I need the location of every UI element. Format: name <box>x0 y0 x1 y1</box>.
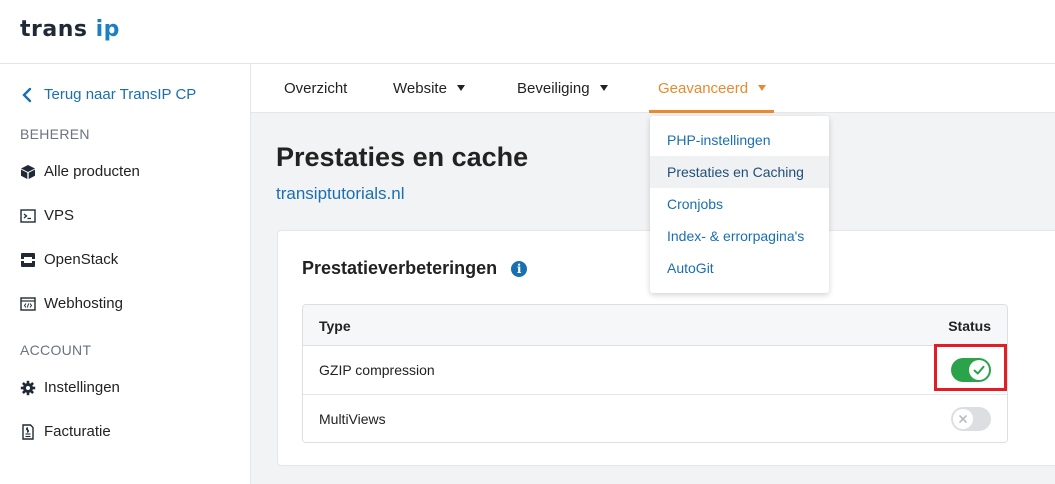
section-label-account: ACCOUNT <box>20 342 92 358</box>
performance-table: Type Status GZIP compression MultiViews <box>302 304 1008 443</box>
tab-bar: Overzicht Website Beveiliging Geavanceer… <box>251 64 1055 113</box>
tab-overview[interactable]: Overzicht <box>284 80 347 97</box>
sidebar-item-label: OpenStack <box>44 251 119 268</box>
sidebar-item-all-products[interactable]: Alle producten <box>20 163 140 180</box>
table-header: Type Status <box>303 305 1007 346</box>
sidebar-item-billing[interactable]: Facturatie <box>20 423 111 440</box>
back-link-label: Terug naar TransIP CP <box>44 86 197 103</box>
server-icon <box>21 252 35 267</box>
tab-label: Geavanceerd <box>658 80 749 97</box>
page-title: Prestaties en cache <box>276 142 529 172</box>
tab-label: Overzicht <box>284 80 348 97</box>
toggle-knob <box>969 360 989 380</box>
row-type: GZIP compression <box>319 362 435 378</box>
sidebar-item-openstack[interactable]: OpenStack <box>20 251 118 268</box>
tab-label: Website <box>393 80 447 97</box>
top-bar: trans ip <box>0 0 1055 64</box>
caret-down-icon <box>456 84 465 91</box>
multiviews-toggle[interactable] <box>951 407 991 431</box>
menu-item-performance-caching[interactable]: Prestaties en Caching <box>650 156 829 188</box>
sidebar-item-label: Webhosting <box>44 295 123 312</box>
menu-item-php-settings[interactable]: PHP-instellingen <box>650 124 829 156</box>
sidebar-item-label: Facturatie <box>44 423 111 440</box>
table-row: MultiViews <box>303 395 1007 442</box>
sidebar-item-vps[interactable]: VPS <box>20 207 74 224</box>
card-title-text: Prestatieverbeteringen <box>302 258 498 278</box>
sidebar-item-settings[interactable]: Instellingen <box>20 379 120 396</box>
toggle-knob <box>953 409 973 429</box>
menu-item-autogit[interactable]: AutoGit <box>650 252 829 284</box>
tab-security[interactable]: Beveiliging <box>517 80 608 97</box>
sidebar: Terug naar TransIP CP BEHEREN Alle produ… <box>0 64 251 484</box>
table-row: GZIP compression <box>303 346 1007 395</box>
tab-label: Beveiliging <box>517 80 590 97</box>
chevron-left-icon <box>22 87 32 102</box>
transip-logo[interactable]: trans ip <box>20 17 120 42</box>
gear-icon <box>20 380 36 395</box>
row-type: MultiViews <box>319 411 386 427</box>
back-to-cp-link[interactable]: Terug naar TransIP CP <box>20 86 196 103</box>
section-label-manage: BEHEREN <box>20 126 90 142</box>
column-header-type: Type <box>319 318 351 334</box>
caret-down-icon <box>599 84 608 91</box>
sidebar-item-label: Instellingen <box>44 379 120 396</box>
tab-website[interactable]: Website <box>393 80 465 97</box>
sidebar-item-label: Alle producten <box>44 163 140 180</box>
cube-icon <box>21 164 35 179</box>
gzip-toggle[interactable] <box>951 358 991 382</box>
card-title: Prestatieverbeteringen i <box>302 258 528 279</box>
menu-item-cronjobs[interactable]: Cronjobs <box>650 188 829 220</box>
tab-advanced[interactable]: Geavanceerd <box>658 80 767 97</box>
terminal-icon <box>20 208 36 223</box>
menu-item-index-error-pages[interactable]: Index- & errorpagina's <box>650 220 829 252</box>
sidebar-item-webhosting[interactable]: Webhosting <box>20 295 123 312</box>
active-tab-underline <box>649 110 774 113</box>
sidebar-item-label: VPS <box>44 207 75 224</box>
domain-link[interactable]: transiptutorials.nl <box>276 184 405 204</box>
x-icon <box>959 415 967 423</box>
info-icon[interactable]: i <box>511 260 528 277</box>
code-window-icon <box>20 296 36 311</box>
column-header-status: Status <box>948 318 991 334</box>
invoice-icon <box>22 423 34 440</box>
caret-down-icon <box>758 84 767 91</box>
check-icon <box>973 365 985 375</box>
advanced-dropdown-menu: PHP-instellingen Prestaties en Caching C… <box>650 116 829 293</box>
